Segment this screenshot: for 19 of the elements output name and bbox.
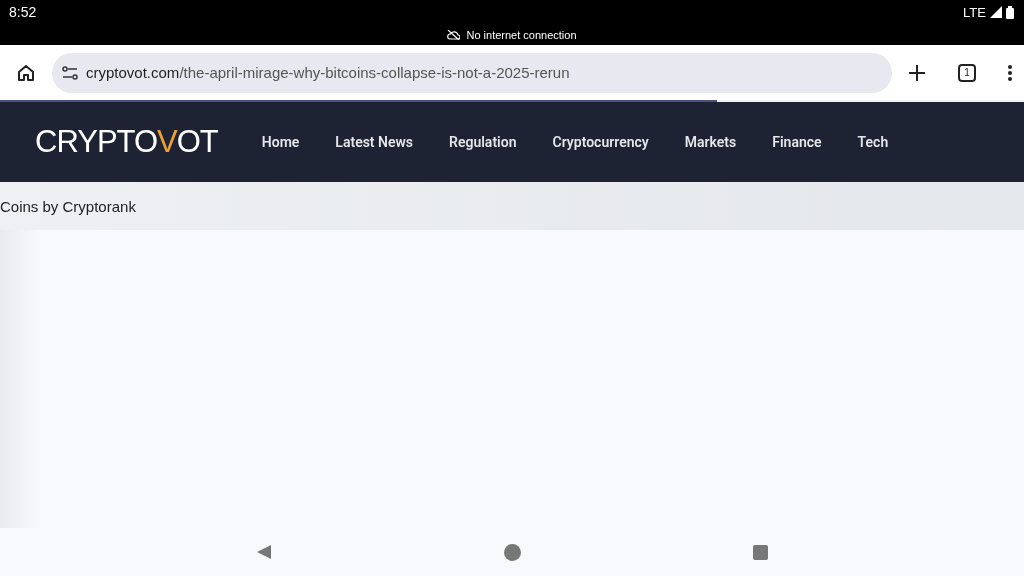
nav-link[interactable]: Finance <box>772 134 822 150</box>
nav-link[interactable]: Latest News <box>335 134 414 150</box>
cloud-off-icon <box>447 29 461 40</box>
network-type: LTE <box>963 4 986 20</box>
nav-link[interactable]: Home <box>261 134 300 150</box>
ticker-caption: Coins by Cryptorank <box>0 197 136 215</box>
nav-link[interactable]: Markets <box>684 134 737 150</box>
site-settings-icon[interactable] <box>62 65 78 80</box>
nav-link[interactable]: Regulation <box>449 134 517 150</box>
tab-switcher-button[interactable]: 1 <box>958 63 976 82</box>
nav-link[interactable]: Tech <box>857 134 889 150</box>
clock-time: 8:52 <box>9 4 37 20</box>
url-text: cryptovot.com/the-april-mirage-why-bitcoins-collapse-is-not-a-2025-rerun <box>86 64 570 81</box>
signal-icon <box>990 6 1002 18</box>
battery-icon <box>1006 5 1014 19</box>
address-bar[interactable]: cryptovot.com/the-april-mirage-why-bitcoins-collapse-is-not-a-2025-rerun <box>52 52 892 93</box>
offline-notice: No internet connection <box>466 28 577 41</box>
site-logo[interactable]: CRYPTOVOT <box>35 124 218 160</box>
nav-link[interactable]: Cryptocurrency <box>552 134 649 150</box>
